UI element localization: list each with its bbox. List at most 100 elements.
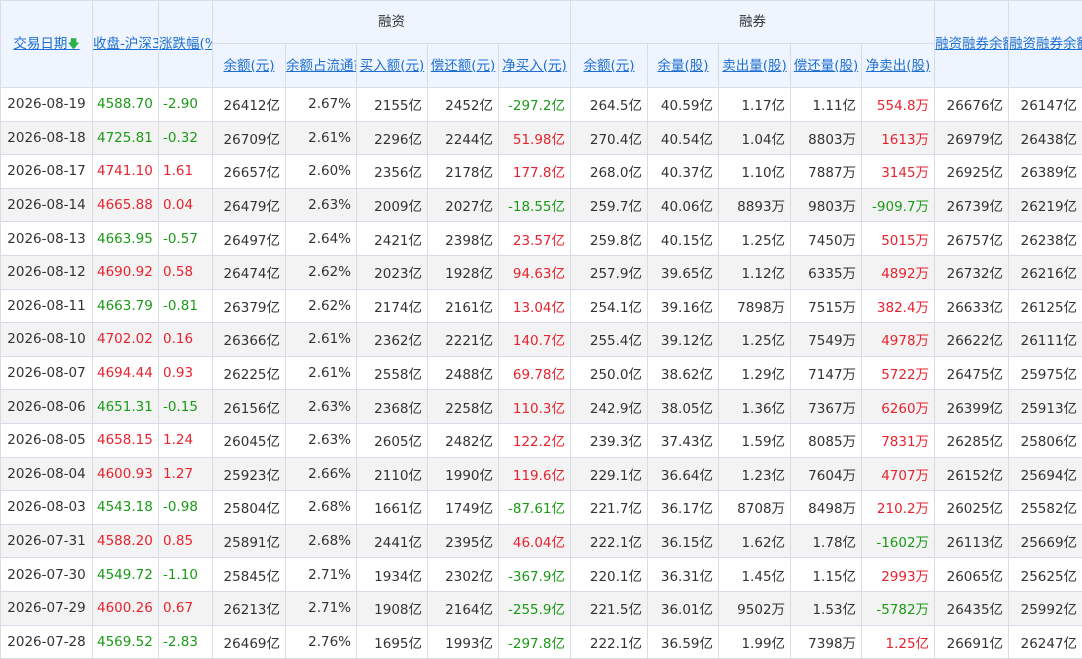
cell-change: 0.04 — [159, 188, 213, 222]
cell-change: -0.98 — [159, 491, 213, 525]
cell-total-balance: 26757亿 — [935, 222, 1009, 256]
cell-total-balance: 26475亿 — [935, 356, 1009, 390]
cell-short-sell: 8893万 — [719, 188, 791, 222]
header-margin-balance[interactable]: 余额(元) — [213, 44, 286, 88]
header-short-sell[interactable]: 卖出量(股) — [719, 44, 791, 88]
cell-close: 4702.02 — [93, 323, 159, 357]
cell-balance-diff: 25625亿 — [1009, 558, 1082, 592]
header-balance-diff[interactable]: 融资融券余额差值(元) — [1009, 1, 1082, 88]
cell-short-balance: 255.4亿 — [571, 323, 648, 357]
cell-short-repay: 8085万 — [791, 423, 862, 457]
cell-close: 4658.15 — [93, 423, 159, 457]
cell-margin-balance: 26709亿 — [213, 121, 286, 155]
cell-margin-buy: 1661亿 — [357, 491, 428, 525]
cell-close: 4694.44 — [93, 356, 159, 390]
cell-margin-balance: 25891亿 — [213, 524, 286, 558]
cell-margin-buy: 1934亿 — [357, 558, 428, 592]
cell-total-balance: 26691亿 — [935, 625, 1009, 659]
cell-short-net-sell: 210.2万 — [862, 491, 935, 525]
cell-short-volume: 37.43亿 — [648, 423, 719, 457]
cell-margin-net-buy: 69.78亿 — [499, 356, 571, 390]
cell-margin-buy: 2558亿 — [357, 356, 428, 390]
header-total-balance[interactable]: 融资融券余额(元) — [935, 1, 1009, 88]
cell-short-repay: 7887万 — [791, 155, 862, 189]
table-row: 2026-07-314588.200.8525891亿2.68%2441亿239… — [1, 524, 1082, 558]
cell-margin-ratio: 2.63% — [286, 188, 357, 222]
cell-short-balance: 257.9亿 — [571, 255, 648, 289]
header-short-balance[interactable]: 余额(元) — [571, 44, 648, 88]
table-body: 2026-08-194588.70-2.9026412亿2.67%2155亿24… — [1, 88, 1082, 659]
cell-balance-diff: 26238亿 — [1009, 222, 1082, 256]
header-change[interactable]: 涨跌幅(%)-沪深300 — [159, 1, 213, 88]
header-short-repay[interactable]: 偿还量(股) — [791, 44, 862, 88]
cell-date: 2026-08-12 — [1, 255, 93, 289]
cell-margin-net-buy: 177.8亿 — [499, 155, 571, 189]
cell-margin-repay: 2302亿 — [428, 558, 499, 592]
cell-short-repay: 1.53亿 — [791, 591, 862, 625]
header-margin-ratio[interactable]: 余额占流通市值比 — [286, 44, 357, 88]
table-row: 2026-08-144665.880.0426479亿2.63%2009亿202… — [1, 188, 1082, 222]
cell-short-net-sell: 4892万 — [862, 255, 935, 289]
cell-short-volume: 36.01亿 — [648, 591, 719, 625]
cell-margin-buy: 2174亿 — [357, 289, 428, 323]
cell-balance-diff: 26219亿 — [1009, 188, 1082, 222]
header-trade-date[interactable]: 交易日期🡇 — [1, 1, 93, 88]
cell-short-balance: 268.0亿 — [571, 155, 648, 189]
cell-short-balance: 221.5亿 — [571, 591, 648, 625]
cell-short-volume: 36.59亿 — [648, 625, 719, 659]
header-margin-net-buy[interactable]: 净买入(元) — [499, 44, 571, 88]
cell-margin-ratio: 2.62% — [286, 289, 357, 323]
cell-short-balance: 222.1亿 — [571, 524, 648, 558]
cell-short-net-sell: 5015万 — [862, 222, 935, 256]
cell-close: 4600.26 — [93, 591, 159, 625]
cell-date: 2026-08-10 — [1, 323, 93, 357]
cell-margin-balance: 26156亿 — [213, 390, 286, 424]
cell-margin-balance: 26497亿 — [213, 222, 286, 256]
header-short-net-sell[interactable]: 净卖出(股) — [862, 44, 935, 88]
cell-balance-diff: 25694亿 — [1009, 457, 1082, 491]
cell-margin-net-buy: 110.3亿 — [499, 390, 571, 424]
cell-margin-ratio: 2.61% — [286, 121, 357, 155]
cell-margin-net-buy: -297.8亿 — [499, 625, 571, 659]
header-margin-buy[interactable]: 买入额(元) — [357, 44, 428, 88]
cell-margin-ratio: 2.67% — [286, 88, 357, 122]
cell-short-repay: 1.11亿 — [791, 88, 862, 122]
cell-close: 4651.31 — [93, 390, 159, 424]
cell-short-balance: 242.9亿 — [571, 390, 648, 424]
cell-margin-buy: 2356亿 — [357, 155, 428, 189]
cell-margin-buy: 2023亿 — [357, 255, 428, 289]
cell-short-volume: 40.06亿 — [648, 188, 719, 222]
table-row: 2026-08-134663.95-0.5726497亿2.64%2421亿23… — [1, 222, 1082, 256]
cell-short-net-sell: -5782万 — [862, 591, 935, 625]
table-row: 2026-08-194588.70-2.9026412亿2.67%2155亿24… — [1, 88, 1082, 122]
header-margin-repay[interactable]: 偿还额(元) — [428, 44, 499, 88]
cell-short-repay: 1.78亿 — [791, 524, 862, 558]
cell-margin-ratio: 2.71% — [286, 558, 357, 592]
cell-close: 4569.52 — [93, 625, 159, 659]
cell-margin-ratio: 2.68% — [286, 524, 357, 558]
cell-total-balance: 26285亿 — [935, 423, 1009, 457]
cell-close: 4549.72 — [93, 558, 159, 592]
cell-total-balance: 26435亿 — [935, 591, 1009, 625]
cell-short-volume: 36.17亿 — [648, 491, 719, 525]
cell-change: -1.10 — [159, 558, 213, 592]
cell-short-volume: 39.65亿 — [648, 255, 719, 289]
cell-short-repay: 7398万 — [791, 625, 862, 659]
cell-short-volume: 39.12亿 — [648, 323, 719, 357]
header-close[interactable]: 收盘-沪深300 — [93, 1, 159, 88]
cell-balance-diff: 25992亿 — [1009, 591, 1082, 625]
cell-short-net-sell: 4978万 — [862, 323, 935, 357]
table-row: 2026-07-304549.72-1.1025845亿2.71%1934亿23… — [1, 558, 1082, 592]
cell-margin-repay: 1993亿 — [428, 625, 499, 659]
cell-close: 4725.81 — [93, 121, 159, 155]
cell-balance-diff: 26125亿 — [1009, 289, 1082, 323]
cell-date: 2026-08-17 — [1, 155, 93, 189]
cell-short-sell: 1.04亿 — [719, 121, 791, 155]
cell-margin-net-buy: 23.57亿 — [499, 222, 571, 256]
table-row: 2026-08-124690.920.5826474亿2.62%2023亿192… — [1, 255, 1082, 289]
cell-change: 0.58 — [159, 255, 213, 289]
cell-date: 2026-08-19 — [1, 88, 93, 122]
cell-short-volume: 38.62亿 — [648, 356, 719, 390]
cell-balance-diff: 25913亿 — [1009, 390, 1082, 424]
header-short-volume[interactable]: 余量(股) — [648, 44, 719, 88]
